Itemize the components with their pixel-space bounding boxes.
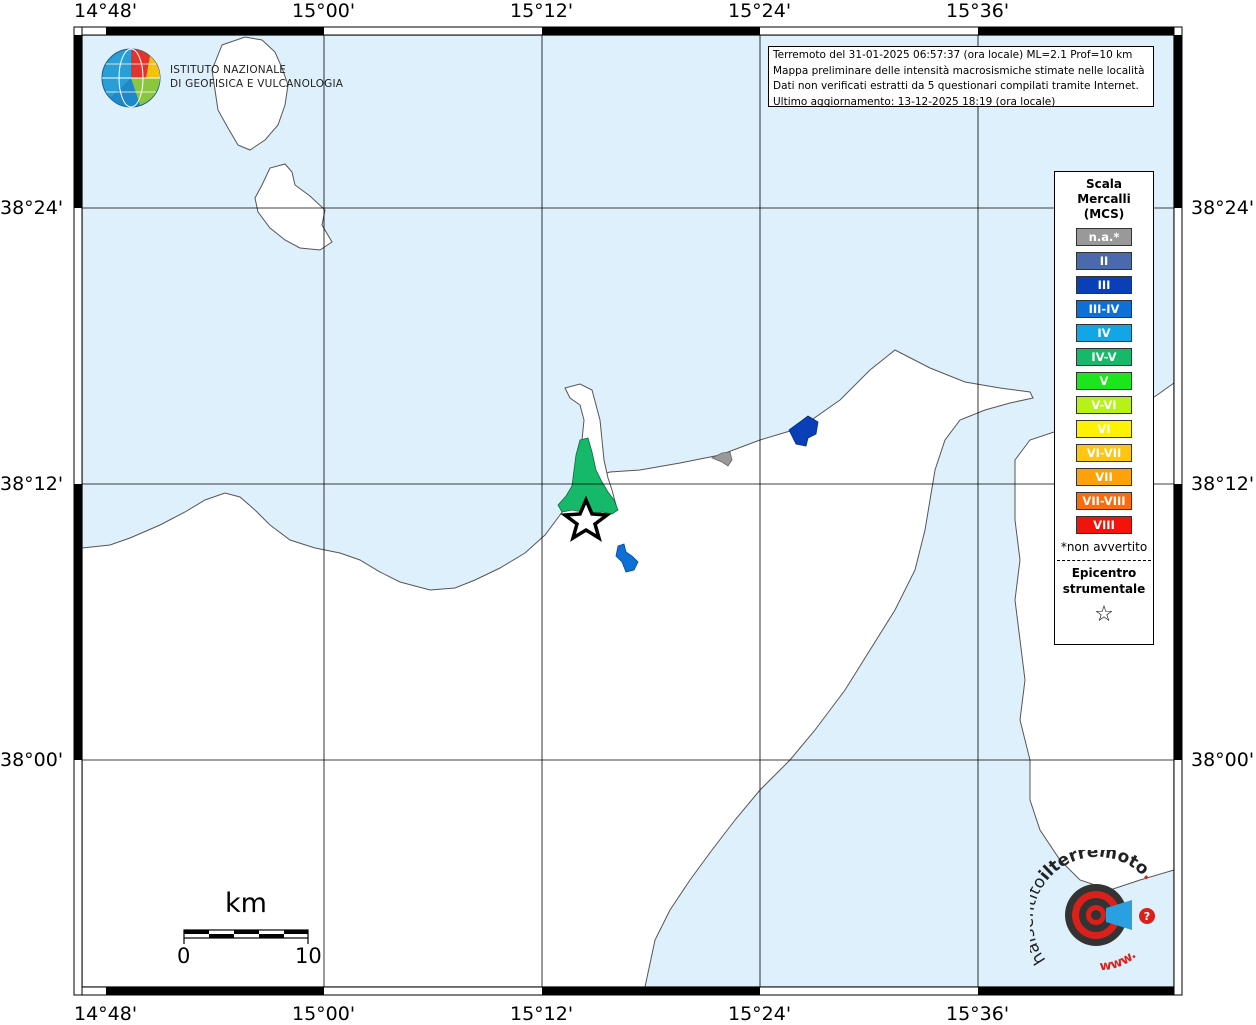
lat-label-right-3: 38°00' bbox=[1191, 749, 1255, 771]
legend-item: VII bbox=[1076, 468, 1132, 486]
hsit-logo-text: haisentitoilterremoto.it www. bbox=[1030, 850, 1158, 975]
lat-label-left-2: 38°12' bbox=[0, 473, 64, 495]
legend-item: IV bbox=[1076, 324, 1132, 342]
legend-item: V bbox=[1076, 372, 1132, 390]
legend-divider bbox=[1057, 560, 1151, 561]
legend-note: *non avvertito bbox=[1060, 540, 1148, 554]
legend-epicenter-line-2: strumentale bbox=[1062, 582, 1146, 596]
legend-epicenter-line-1: Epicentro bbox=[1071, 566, 1137, 580]
lat-label-right-1: 38°24' bbox=[1191, 197, 1255, 219]
legend-item: VI-VII bbox=[1076, 444, 1132, 462]
lon-label-bottom-5: 15°36' bbox=[946, 1003, 1010, 1025]
lon-label-top-5: 15°36' bbox=[946, 0, 1010, 22]
event-info-line-3: Dati non verificati estratti da 5 questi… bbox=[773, 80, 1139, 92]
svg-text:www.: www. bbox=[1099, 948, 1139, 975]
legend-title-line-1: Scala bbox=[1085, 177, 1123, 191]
hsit-text-a: haisentito bbox=[1030, 873, 1051, 968]
scale-end-label: 10 bbox=[295, 944, 322, 968]
lon-label-bottom-2: 15°00' bbox=[292, 1003, 356, 1025]
ingv-line-1: ISTITUTO NAZIONALE bbox=[170, 64, 287, 76]
event-info-line-4: Ultimo aggiornamento: 13-12-2025 18:19 (… bbox=[773, 95, 1056, 107]
ingv-globe-icon bbox=[101, 48, 161, 108]
legend-item: III-IV bbox=[1076, 300, 1132, 318]
lon-label-top-3: 15°12' bbox=[510, 0, 574, 22]
hsit-text-d: www. bbox=[1099, 948, 1139, 975]
lon-label-top-2: 15°00' bbox=[292, 0, 356, 22]
epicenter-star-icon: ☆ bbox=[1094, 602, 1114, 627]
legend-title: Scala Mercalli (MCS) bbox=[1055, 177, 1153, 222]
scale-start-label: 0 bbox=[177, 944, 191, 968]
legend-item: VI bbox=[1076, 420, 1132, 438]
scale-unit-label: km bbox=[225, 888, 267, 919]
lon-label-top-1: 14°48' bbox=[74, 0, 138, 22]
legend-item: IV-V bbox=[1076, 348, 1132, 366]
legend-item: VII-VIII bbox=[1076, 492, 1132, 510]
event-info-line-1: Terremoto del 31-01-2025 06:57:37 (ora l… bbox=[773, 49, 1133, 61]
legend-item: II bbox=[1076, 252, 1132, 270]
legend-items: n.a.* II III III-IV IV IV-V V V-VI VI VI-VII VII VI… bbox=[1055, 228, 1153, 534]
intensity-legend: Scala Mercalli (MCS) n.a.* II III III-IV IV I… bbox=[1054, 171, 1154, 645]
legend-item: n.a.* bbox=[1076, 228, 1132, 246]
legend-item: V-VI bbox=[1076, 396, 1132, 414]
event-info-box: Terremoto del 31-01-2025 06:57:37 (ora l… bbox=[768, 46, 1154, 107]
event-info-line-2: Mappa preliminare delle intensità macros… bbox=[773, 64, 1145, 77]
lat-label-right-2: 38°12' bbox=[1191, 473, 1255, 495]
svg-text:haisentitoilterremoto.it: haisentitoilterremoto.it bbox=[1030, 850, 1158, 968]
ingv-line-2: DI GEOFISICA E VULCANOLOGIA bbox=[170, 78, 344, 90]
ingv-logo-text: ISTITUTO NAZIONALE DI GEOFISICA E VULCAN… bbox=[170, 63, 343, 91]
legend-item: VIII bbox=[1076, 516, 1132, 534]
hsit-text-b: ilterremoto bbox=[1035, 850, 1153, 885]
lon-label-top-4: 15°24' bbox=[728, 0, 792, 22]
lon-label-bottom-3: 15°12' bbox=[510, 1003, 574, 1025]
lon-label-bottom-4: 15°24' bbox=[728, 1003, 792, 1025]
legend-title-line-2: Mercalli bbox=[1077, 192, 1131, 206]
legend-item: III bbox=[1076, 276, 1132, 294]
lat-label-left-3: 38°00' bbox=[0, 749, 64, 771]
legend-title-line-3: (MCS) bbox=[1083, 207, 1125, 221]
lon-label-bottom-1: 14°48' bbox=[74, 1003, 138, 1025]
legend-epicenter-label: Epicentro strumentale bbox=[1055, 565, 1153, 597]
lat-label-left-1: 38°24' bbox=[0, 197, 64, 219]
